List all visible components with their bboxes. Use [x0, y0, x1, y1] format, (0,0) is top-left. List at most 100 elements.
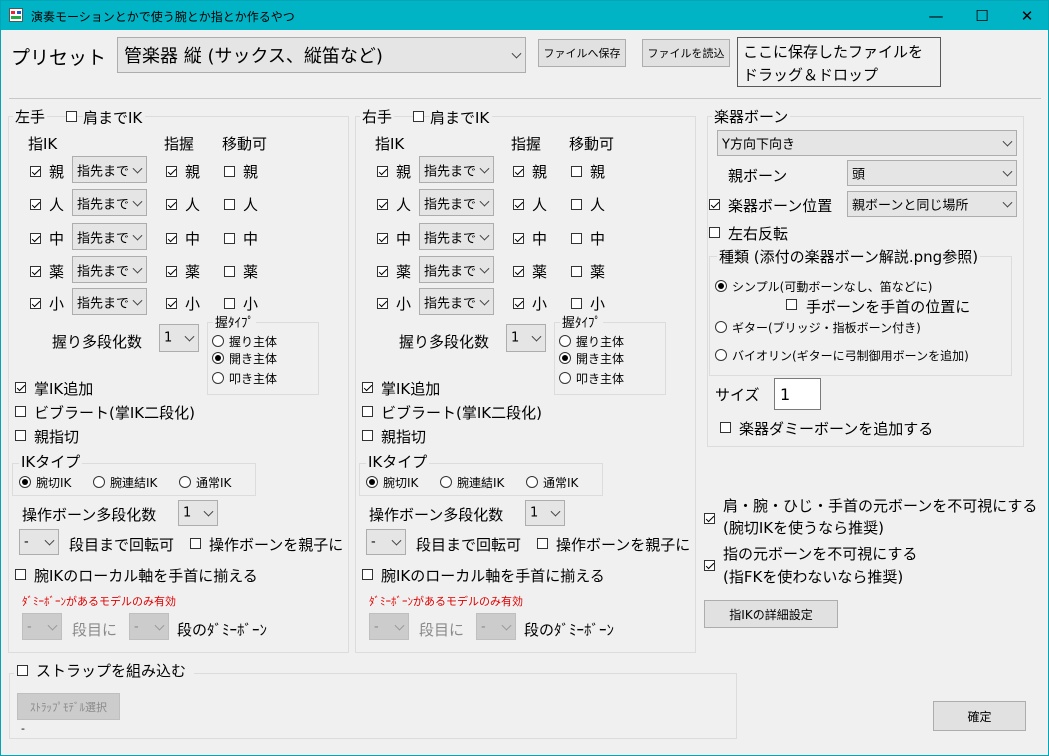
mirror-checkbox[interactable] [709, 227, 720, 238]
right-move-checkbox-2[interactable] [571, 233, 582, 244]
minimize-button[interactable]: — [913, 1, 959, 30]
right-ik-type-radio-2[interactable] [526, 476, 538, 488]
parent-bone-dropdown[interactable]: 頭 [847, 160, 1017, 186]
right-move-checkbox-3[interactable] [571, 266, 582, 277]
hide-finger-checkbox[interactable] [704, 560, 715, 571]
left-ik-checkbox-2[interactable] [30, 233, 41, 244]
left-vibrato-checkbox[interactable] [15, 406, 26, 417]
right-thumb-cut-checkbox[interactable] [362, 430, 373, 441]
right-grip-checkbox-1[interactable] [513, 199, 524, 210]
confirm-button[interactable]: 確定 [933, 701, 1026, 731]
close-button[interactable]: ✕ [1004, 1, 1049, 30]
left-grip-checkbox-2[interactable] [166, 233, 177, 244]
left-shoulder-ik-checkbox[interactable] [66, 111, 77, 122]
hand-bone-wrist-checkbox[interactable] [786, 299, 797, 310]
left-ik-checkbox-0[interactable] [30, 166, 41, 177]
left-grip-checkbox-4[interactable] [166, 298, 177, 309]
left-move-checkbox-2[interactable] [224, 233, 235, 244]
strap-checkbox[interactable] [17, 665, 28, 676]
right-grip-type-radio-0[interactable] [559, 335, 571, 347]
right-dummy-dropdown-2[interactable]: - [476, 613, 516, 640]
left-ik-mode-dropdown-3-value: 指先まで [77, 264, 130, 279]
left-move-checkbox-4[interactable] [224, 298, 235, 309]
instrument-direction-dropdown[interactable]: Y方向下向き [717, 130, 1017, 156]
right-ik-checkbox-3[interactable] [377, 266, 388, 277]
right-ik-checkbox-0[interactable] [377, 166, 388, 177]
left-grip-checkbox-1[interactable] [166, 199, 177, 210]
right-local-axis-checkbox[interactable] [362, 569, 373, 580]
left-rotate-dropdown[interactable]: - [19, 529, 59, 555]
kind-radio-violin[interactable] [715, 349, 727, 361]
left-ik-type-radio-1[interactable] [93, 476, 105, 488]
instrument-position-dropdown[interactable]: 親ボーンと同じ場所 [847, 191, 1017, 217]
right-ik-checkbox-1[interactable] [377, 199, 388, 210]
load-file-button[interactable]: ファイルを読込 [642, 39, 730, 67]
right-grip-checkbox-0[interactable] [513, 166, 524, 177]
left-move-checkbox-0[interactable] [224, 166, 235, 177]
left-move-checkbox-3[interactable] [224, 266, 235, 277]
title-bar[interactable]: 演奏モーションとかで使う腕とか指とか作るやつ — ☐ ✕ [1, 1, 1048, 30]
left-grip-checkbox-3[interactable] [166, 266, 177, 277]
right-op-bone-parent-checkbox[interactable] [537, 538, 548, 549]
left-grip-type-radio-1[interactable] [212, 352, 224, 364]
strap-model-button[interactable]: ｽﾄﾗｯﾌﾟﾓﾃﾞﾙ選択 [17, 693, 120, 720]
left-move-checkbox-1[interactable] [224, 199, 235, 210]
right-ik-mode-dropdown-4[interactable]: 指先まで [419, 288, 494, 315]
left-dummy-dropdown-2[interactable]: - [129, 613, 169, 640]
left-ik-mode-dropdown-2[interactable]: 指先まで [72, 223, 147, 250]
left-ik-mode-dropdown-3[interactable]: 指先まで [72, 256, 147, 283]
right-ik-mode-dropdown-0[interactable]: 指先まで [419, 156, 494, 183]
right-grip-checkbox-4[interactable] [513, 298, 524, 309]
left-ik-checkbox-3[interactable] [30, 266, 41, 277]
right-rotate-dropdown[interactable]: - [366, 529, 406, 555]
hide-arm-checkbox[interactable] [704, 513, 715, 524]
right-ik-mode-dropdown-3[interactable]: 指先まで [419, 256, 494, 283]
right-grip-checkbox-2[interactable] [513, 233, 524, 244]
instrument-position-checkbox[interactable] [709, 199, 720, 210]
left-op-bone-parent-checkbox[interactable] [190, 538, 201, 549]
maximize-button[interactable]: ☐ [959, 1, 1005, 30]
file-drop-area[interactable]: ここに保存したファイルを ドラッグ＆ドロップ [737, 37, 941, 87]
right-ik-mode-dropdown-2[interactable]: 指先まで [419, 223, 494, 250]
right-ik-type-radio-1[interactable] [440, 476, 452, 488]
left-grip-type-radio-0[interactable] [212, 335, 224, 347]
right-ik-mode-dropdown-1[interactable]: 指先まで [419, 189, 494, 216]
left-ik-mode-dropdown-1[interactable]: 指先まで [72, 189, 147, 216]
right-shoulder-ik-checkbox[interactable] [413, 111, 424, 122]
right-ik-checkbox-2[interactable] [377, 233, 388, 244]
save-file-button[interactable]: ファイルへ保存 [538, 39, 626, 67]
right-vibrato-checkbox[interactable] [362, 406, 373, 417]
left-grip-checkbox-0[interactable] [166, 166, 177, 177]
left-ik-checkbox-1[interactable] [30, 199, 41, 210]
left-ik-type-radio-2[interactable] [179, 476, 191, 488]
right-grip-count-dropdown[interactable]: 1 [506, 324, 546, 352]
right-grip-type-radio-1[interactable] [559, 352, 571, 364]
left-local-axis-checkbox[interactable] [15, 569, 26, 580]
right-dummy-dropdown-1[interactable]: - [369, 613, 409, 640]
right-ik-type-radio-0[interactable] [366, 476, 378, 488]
kind-radio-guitar[interactable] [715, 321, 727, 333]
left-op-bone-count-dropdown[interactable]: 1 [178, 500, 218, 526]
left-ik-mode-dropdown-0[interactable]: 指先まで [72, 156, 147, 183]
left-thumb-cut-checkbox[interactable] [15, 430, 26, 441]
left-ik-mode-dropdown-4[interactable]: 指先まで [72, 288, 147, 315]
left-grip-count-dropdown[interactable]: 1 [159, 324, 199, 352]
right-palm-ik-checkbox[interactable] [362, 382, 373, 393]
left-dummy-dropdown-1[interactable]: - [22, 613, 62, 640]
right-grip-type-radio-2[interactable] [559, 372, 571, 384]
left-palm-ik-checkbox[interactable] [15, 382, 26, 393]
right-grip-checkbox-3[interactable] [513, 266, 524, 277]
left-ik-type-radio-0[interactable] [19, 476, 31, 488]
preset-dropdown[interactable]: 管楽器 縦 (サックス、縦笛など) [117, 37, 526, 73]
right-move-checkbox-0[interactable] [571, 166, 582, 177]
right-move-checkbox-1[interactable] [571, 199, 582, 210]
instrument-dummy-checkbox[interactable] [720, 422, 731, 433]
finger-ik-detail-button[interactable]: 指IKの詳細設定 [704, 600, 838, 628]
kind-radio-simple[interactable] [715, 280, 727, 292]
size-input[interactable]: 1 [774, 378, 821, 410]
right-op-bone-count-dropdown[interactable]: 1 [525, 500, 565, 526]
right-ik-checkbox-4[interactable] [377, 298, 388, 309]
left-ik-checkbox-4[interactable] [30, 298, 41, 309]
left-grip-type-radio-2[interactable] [212, 372, 224, 384]
right-move-checkbox-4[interactable] [571, 298, 582, 309]
